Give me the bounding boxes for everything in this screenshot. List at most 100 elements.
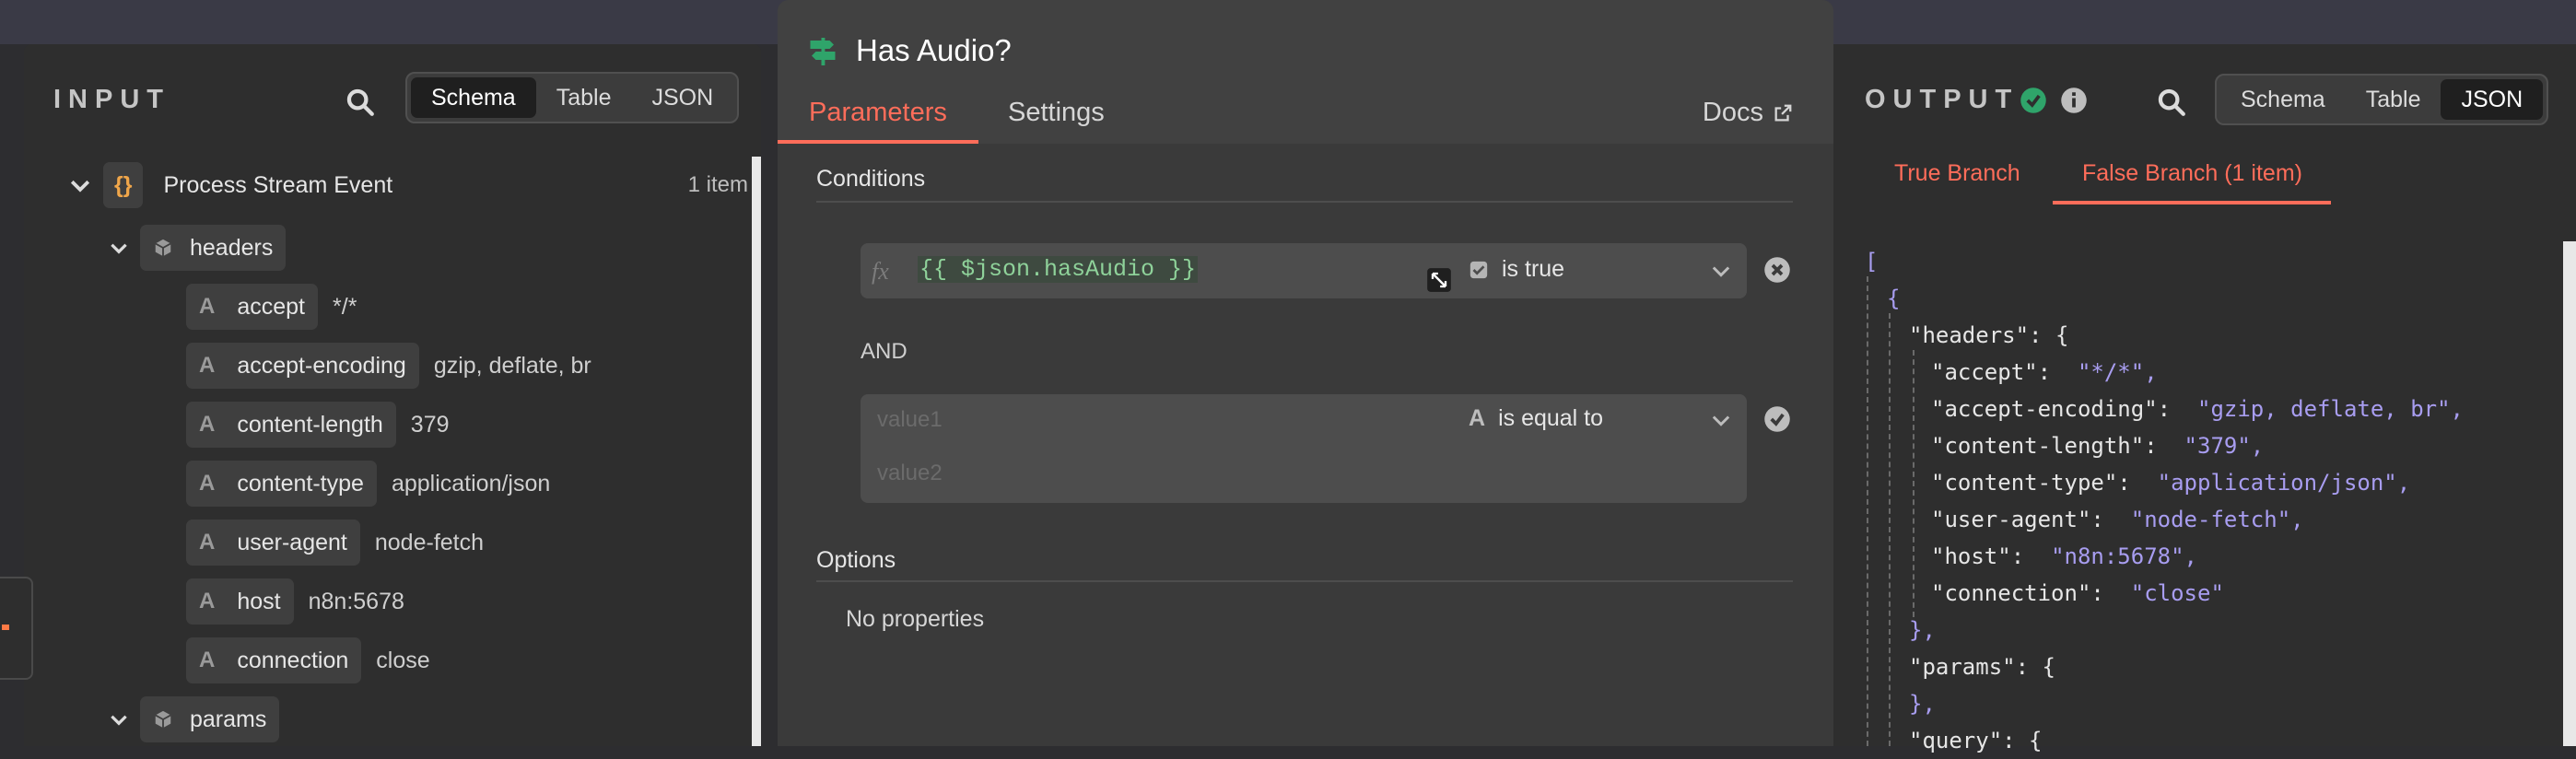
tab-settings[interactable]: Settings [1008,98,1105,128]
indent-guide [1867,276,1868,746]
field-value: gzip, deflate, br [433,352,591,379]
signpost-icon [810,38,836,65]
object-icon: {} [103,162,144,208]
tab-false-branch[interactable]: False Branch (1 item) [2082,160,2302,187]
string-type-icon: A [199,471,216,496]
field-row[interactable]: Ahost n8n:5678 [186,578,404,625]
tree-root-row[interactable]: {} Process Stream Event 1 item [66,162,748,208]
indent-guide [1889,313,1891,746]
tab-table[interactable]: Table [536,77,632,118]
docs-link[interactable]: Docs [1703,98,1793,128]
field-value: n8n:5678 [308,588,404,614]
node-settings-modal: Has Audio? Parameters Settings Docs Cond… [778,0,1833,746]
json-line: "user-agent": "node-fetch", [1931,507,2304,532]
field-pill[interactable]: Aaccept-encoding [186,343,419,389]
field-pill[interactable]: Acontent-type [186,461,377,507]
chevron-down-icon[interactable] [1708,407,1734,433]
tab-schema[interactable]: Schema [2220,79,2346,120]
docs-label: Docs [1702,98,1763,127]
field-value: close [376,647,430,673]
field-pill[interactable]: Aconnection [186,637,362,683]
check-circle-icon[interactable] [1763,405,1791,433]
json-line: "connection": "close" [1931,580,2224,606]
combinator-label[interactable]: AND [861,339,907,365]
field-row[interactable]: Aaccept */* [186,284,357,330]
operator-select-1[interactable]: is true [1469,256,1564,283]
field-row[interactable]: Acontent-length 379 [186,402,450,448]
operator-label: is true [1502,256,1565,282]
input-panel: INPUT Schema Table JSON {} Process Strea… [24,44,761,746]
output-view-switch: Schema Table JSON [2215,74,2549,125]
scrollbar[interactable] [2563,241,2576,746]
field-key: content-type [237,470,364,496]
params-label: params [190,706,267,732]
input-title: INPUT [53,85,170,114]
field-pill[interactable]: Acontent-length [186,402,396,448]
success-icon [2020,88,2046,113]
field-key: user-agent [237,529,347,555]
boolean-type-icon [1469,261,1488,278]
node-title[interactable]: Has Audio? [856,33,1012,68]
tab-table[interactable]: Table [2346,79,2441,120]
string-type-icon: A [199,412,216,437]
root-label: Process Stream Event [163,171,393,198]
json-line: "query": { [1909,728,2043,753]
condition-row-2: value1 A is equal to value2 [861,394,1747,503]
tab-json[interactable]: JSON [631,77,733,118]
panel-drag-handle[interactable] [0,577,33,680]
json-line: "headers": { [1909,322,2069,348]
search-icon[interactable] [345,87,376,118]
field-key: connection [237,647,349,673]
field-row[interactable]: Acontent-type application/json [186,461,550,507]
field-value: application/json [391,470,551,496]
json-line: { [1887,286,1901,311]
value1-input[interactable]: value1 [877,407,943,433]
options-label: Options [816,547,896,573]
input-view-switch: Schema Table JSON [405,72,740,123]
condition-row-1: fx {{ $json.hasAudio }} is true [861,243,1747,298]
field-row[interactable]: Aaccept-encoding gzip, deflate, br [186,343,591,389]
no-properties-text: No properties [846,606,985,632]
tab-schema[interactable]: Schema [411,77,536,118]
value2-input[interactable]: value2 [877,461,943,486]
tab-json[interactable]: JSON [2441,79,2544,120]
field-key: content-length [237,411,383,438]
modal-body: Conditions fx {{ $json.hasAudio }} is tr… [778,144,1833,746]
params-pill[interactable]: params [140,696,280,742]
condition-expression[interactable]: {{ $json.hasAudio }} [918,256,1199,283]
chevron-down-icon[interactable] [1708,258,1734,284]
indent-guide [1913,350,1914,617]
field-row[interactable]: Aconnection close [186,637,430,683]
field-key: host [237,588,281,614]
json-line: [ [1865,249,1879,274]
field-pill[interactable]: Ahost [186,578,294,625]
active-branch-indicator [2053,201,2331,204]
remove-condition-icon[interactable] [1763,256,1791,284]
info-icon[interactable] [2060,87,2088,114]
string-type-icon: A [199,530,216,555]
expand-editor-icon[interactable] [1426,267,1452,293]
tab-true-branch[interactable]: True Branch [1894,160,2020,187]
json-line: "host": "n8n:5678", [1931,543,2198,569]
tree-headers-row[interactable]: headers [107,225,287,271]
field-pill[interactable]: Auser-agent [186,520,360,566]
expression-fx-icon: fx [872,258,889,285]
chevron-down-icon[interactable] [66,171,94,199]
json-line: "accept-encoding": "gzip, deflate, br", [1931,396,2464,422]
json-line: }, [1909,691,1936,717]
operator-select-2[interactable]: A is equal to [1469,405,1603,432]
chevron-down-icon[interactable] [107,707,131,731]
tree-params-row[interactable]: params [107,696,280,742]
chevron-down-icon[interactable] [107,236,131,260]
search-icon[interactable] [2156,87,2187,118]
json-line: }, [1909,617,1936,643]
headers-pill[interactable]: headers [140,225,287,271]
handle-marker [2,625,9,630]
canvas-strip [752,157,761,746]
field-row[interactable]: Auser-agent node-fetch [186,520,484,566]
tab-parameters[interactable]: Parameters [809,98,947,128]
divider [816,201,1793,203]
field-pill[interactable]: Aaccept [186,284,319,330]
string-type-icon: A [199,353,216,378]
string-type-icon: A [199,294,216,319]
